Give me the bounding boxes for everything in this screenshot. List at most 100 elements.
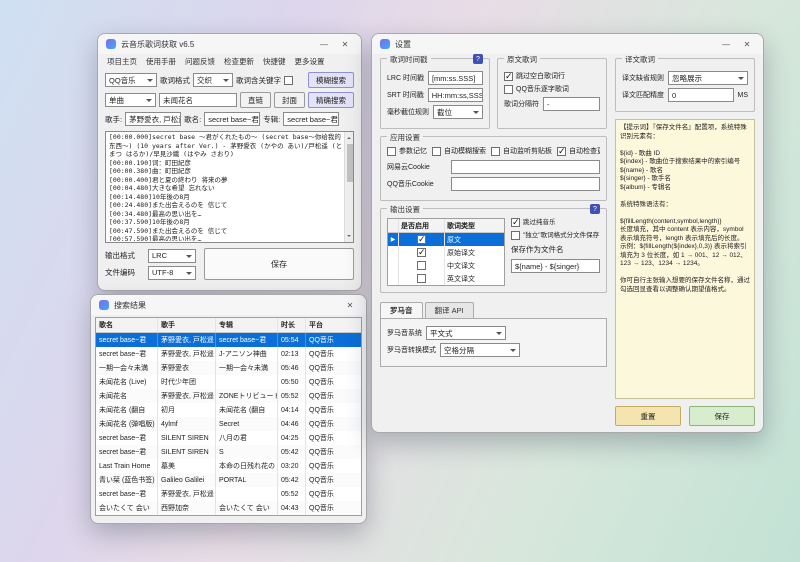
checkbox-box[interactable]	[432, 147, 441, 156]
setting-checkbox[interactable]: 自动监听剪贴板	[491, 146, 552, 156]
table-row[interactable]: Last Train Home 墓美 本命の日残れ花の 03:20 QQ音乐	[96, 459, 361, 473]
netease-cookie-input[interactable]	[451, 160, 600, 174]
song-field[interactable]: secret base~君	[204, 112, 260, 126]
table-row[interactable]: secret base~君 茅野愛衣, 戸松遥 J-アニソン神曲 02:13 Q…	[96, 347, 361, 361]
enable-checkbox[interactable]	[417, 235, 426, 244]
romaji-system-select[interactable]: 平文式	[426, 326, 506, 340]
qq-cookie-input[interactable]	[451, 177, 600, 191]
checkbox-box[interactable]	[504, 85, 513, 94]
separator-input[interactable]: -	[543, 97, 600, 111]
minimize-icon[interactable]: —	[316, 40, 332, 49]
translation-default-select[interactable]: 忽略展示	[668, 71, 748, 85]
table-row[interactable]: secret base~君 茅野愛衣, 戸松遥 secret base~君 05…	[96, 333, 361, 347]
table-row[interactable]: secret base~君 茅野愛衣, 戸松遥 05:52 QQ音乐	[96, 487, 361, 501]
ms-truncate-select[interactable]: 截位	[433, 105, 483, 119]
results-titlebar[interactable]: 搜索结果 ✕	[91, 295, 366, 315]
setting-checkbox[interactable]: QQ音乐逐字歌词	[504, 84, 569, 94]
format-select[interactable]: 交织	[193, 73, 233, 87]
lrc-timestamp-input[interactable]: [mm:ss.SSS]	[428, 71, 483, 85]
menu-item[interactable]: 快捷键	[263, 56, 286, 67]
menu-item[interactable]: 检查更新	[224, 56, 254, 67]
table-row[interactable]: secret base~君 SILENT SIREN S 05:42 QQ音乐	[96, 445, 361, 459]
help-text-line: ${fillLength(content,symbol,length)}	[620, 218, 750, 227]
column-header[interactable]: 平台	[306, 318, 361, 332]
checkbox-box[interactable]	[491, 147, 500, 156]
direct-link-button[interactable]: 直链	[240, 92, 271, 108]
translation-precision-input[interactable]: 0	[668, 88, 734, 102]
keyword-checkbox[interactable]	[284, 76, 293, 85]
help-text-line: 【提示词】『保存文件名』配置项，系统特殊识别元素有：	[620, 124, 750, 141]
table-row[interactable]: 未闻花名 (Live) 时代少年团 05:50 QQ音乐	[96, 375, 361, 389]
album-cell: Secret	[216, 417, 278, 431]
tab[interactable]: 罗马音	[380, 302, 423, 318]
minimize-icon[interactable]: —	[718, 40, 734, 49]
srt-timestamp-input[interactable]: HH:mm:ss,SSS	[428, 88, 483, 102]
cover-button[interactable]: 封面	[274, 92, 305, 108]
table-row[interactable]: 未闻花名 (翻自 初月 未闻花名 (翻自 04:14 QQ音乐	[96, 403, 361, 417]
close-icon[interactable]: ✕	[337, 40, 353, 49]
filename-input[interactable]: ${name} - ${singer}	[511, 259, 600, 273]
setting-checkbox[interactable]: 自动模糊搜索	[432, 146, 486, 156]
help-icon[interactable]: ?	[590, 204, 600, 214]
search-input[interactable]: 未闻花名	[159, 93, 237, 107]
table-row[interactable]: 青い栞 (蓝色书签) Galileo Galilei PORTAL 05:42 …	[96, 473, 361, 487]
column-header[interactable]: 歌名	[96, 318, 158, 332]
help-icon[interactable]: ?	[473, 54, 483, 64]
enable-checkbox[interactable]	[417, 248, 426, 257]
checkbox-box[interactable]	[511, 231, 520, 240]
scroll-down-icon[interactable]	[347, 235, 351, 239]
fuzzy-search-button[interactable]: 模糊搜索	[308, 72, 354, 88]
close-icon[interactable]: ✕	[739, 40, 755, 49]
column-header[interactable]: 专辑	[216, 318, 278, 332]
song-cell: 未闻花名 (翻自	[96, 403, 158, 417]
enable-checkbox[interactable]	[417, 274, 426, 283]
tab[interactable]: 翻译 API	[425, 302, 474, 318]
scrollbar-thumb[interactable]	[347, 144, 353, 182]
platform-cell: QQ音乐	[306, 445, 361, 459]
lyric-type-row[interactable]: 原始译文	[388, 246, 504, 259]
close-icon[interactable]: ✕	[342, 301, 358, 310]
lyric-type-row[interactable]: 中文译文	[388, 259, 504, 272]
lyric-type-row[interactable]: 原文	[388, 233, 504, 246]
checkbox-box[interactable]	[387, 147, 396, 156]
table-row[interactable]: 会いたくて 会い 西野加奈 会いたくて 会い 04:43 QQ音乐	[96, 501, 361, 515]
checkbox-box[interactable]	[557, 147, 566, 156]
setting-checkbox[interactable]: 参数记忆	[387, 146, 427, 156]
table-row[interactable]: 一期一会々未満 茅野愛衣 一期一会々未満 05:46 QQ音乐	[96, 361, 361, 375]
scroll-up-icon[interactable]	[347, 135, 351, 139]
settings-save-button[interactable]: 保存	[689, 406, 755, 426]
column-header[interactable]: 时长	[278, 318, 306, 332]
table-row[interactable]: 未闻花名 (弹唱版) 4ylmf Secret 04:46 QQ音乐	[96, 417, 361, 431]
checkbox-box[interactable]	[511, 218, 520, 227]
save-button[interactable]: 保存	[204, 248, 354, 280]
reset-button[interactable]: 重置	[615, 406, 681, 426]
menu-item[interactable]: 更多设置	[295, 56, 325, 67]
table-row[interactable]: secret base~君 SILENT SIREN 八月の君 04:25 QQ…	[96, 431, 361, 445]
setting-checkbox[interactable]: 自动检查更新	[557, 146, 600, 156]
exact-search-button[interactable]: 精确搜索	[308, 92, 354, 108]
split-file-checkbox[interactable]: "独立"歌词格式分文件保存	[511, 231, 600, 240]
romaji-mode-select[interactable]: 空格分隔	[440, 343, 520, 357]
table-row[interactable]: 未闻花名 茅野愛衣, 戸松遥 ZONEトリビュート 05:52 QQ音乐	[96, 389, 361, 403]
singer-field[interactable]: 茅野愛衣, 戸松遥	[125, 112, 181, 126]
setting-checkbox[interactable]: 跳过空白歌词行	[504, 71, 565, 81]
menu-item[interactable]: 项目主页	[107, 56, 137, 67]
search-type-select[interactable]: 单曲	[105, 93, 156, 107]
album-field[interactable]: secret base~君	[283, 112, 339, 126]
main-titlebar[interactable]: 云音乐歌词获取 v6.5 — ✕	[98, 34, 361, 54]
lyrics-scrollbar[interactable]	[344, 132, 353, 242]
skip-pure-music-checkbox[interactable]: 跳过纯音乐	[511, 218, 600, 227]
menu-item[interactable]: 使用手册	[146, 56, 176, 67]
lyric-type-row[interactable]: 英文译文	[388, 272, 504, 285]
checkbox-box[interactable]	[504, 72, 513, 81]
enable-checkbox[interactable]	[417, 261, 426, 270]
menu-item[interactable]: 问题反馈	[185, 56, 215, 67]
romaji-mode-label: 罗马音转换模式	[387, 345, 436, 355]
platform-select[interactable]: QQ音乐	[105, 73, 157, 87]
output-format-select[interactable]: LRC	[148, 249, 196, 263]
encoding-select[interactable]: UTF-8	[148, 266, 196, 280]
column-header[interactable]: 歌手	[158, 318, 216, 332]
singer-label: 歌手:	[105, 114, 122, 125]
lyrics-box[interactable]: [00:00.000]secret base 〜君がくれたもの〜 (secret…	[105, 131, 354, 243]
settings-titlebar[interactable]: 设置 — ✕	[372, 34, 763, 54]
